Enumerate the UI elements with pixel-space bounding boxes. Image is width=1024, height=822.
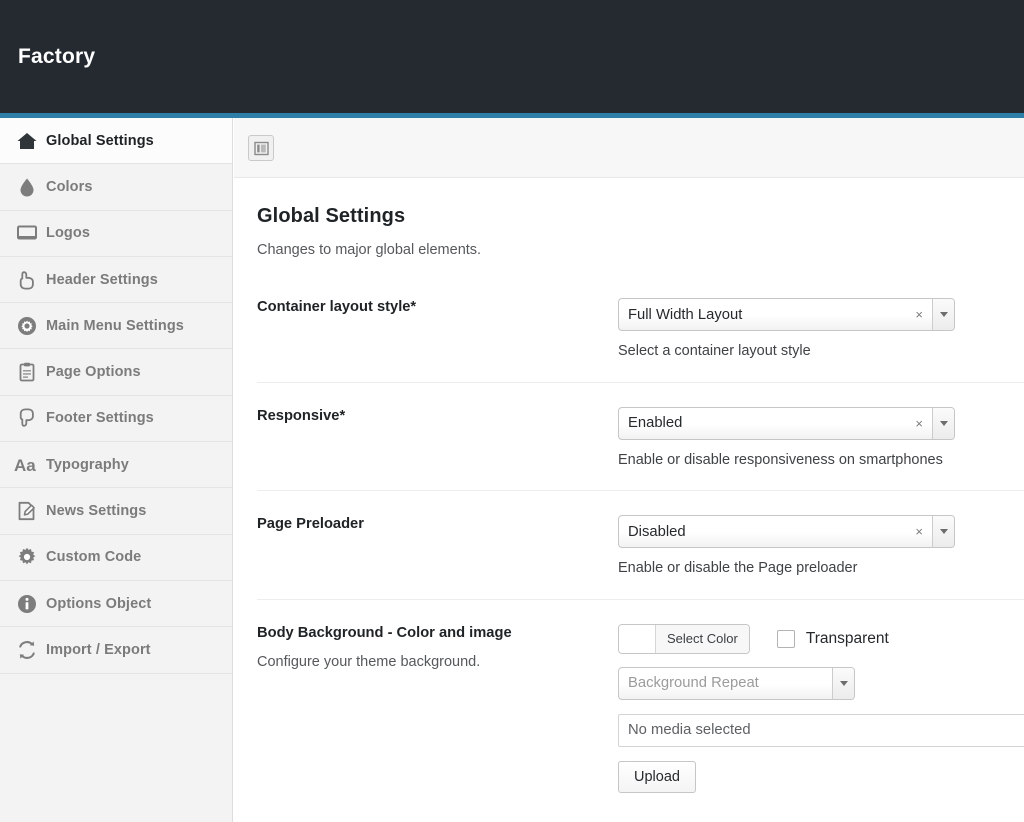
sidebar-item-label: Main Menu Settings — [46, 317, 184, 334]
background-repeat-value: Background Repeat — [628, 675, 759, 692]
sidebar-item-header-settings[interactable]: Header Settings — [0, 256, 232, 304]
field-description: Enable or disable the Page preloader — [618, 560, 858, 577]
chevron-down-icon[interactable] — [832, 667, 854, 699]
select-value: Full Width Layout — [628, 306, 743, 323]
select-control[interactable]: Full Width Layout × — [618, 298, 955, 331]
gear-icon — [14, 544, 40, 570]
chevron-down-icon[interactable] — [932, 516, 954, 548]
sidebar-item-label: News Settings — [46, 503, 147, 520]
form-row-body-background: Body Background - Color and image Config… — [257, 598, 1024, 813]
sync-arrows-icon — [14, 637, 40, 663]
background-repeat-select[interactable]: Background Repeat — [618, 666, 855, 700]
field-description: Enable or disable responsiveness on smar… — [618, 451, 943, 468]
clear-icon[interactable]: × — [911, 525, 932, 538]
sidebar-item-label: Page Options — [46, 364, 141, 381]
sidebar-item-label: Custom Code — [46, 549, 142, 566]
app-title: Factory — [18, 45, 96, 68]
select-control[interactable]: Enabled × — [618, 406, 955, 440]
sidebar-item-label: Options Object — [46, 595, 152, 612]
sidebar-item-label: Import / Export — [46, 641, 151, 658]
field-control-column: Enabled × Enable or disable responsiveness… — [618, 406, 1024, 471]
pointing-hand-up-icon — [14, 267, 40, 293]
media-input[interactable]: No media selected — [618, 713, 1024, 747]
media-input-value: No media selected — [628, 722, 751, 739]
pencil-page-icon — [14, 498, 40, 524]
info-circle-icon — [14, 591, 40, 617]
field-label: Body Background - Color and image — [257, 624, 512, 641]
sidebar-item-label: Footer Settings — [46, 410, 154, 427]
content-toolbar — [234, 118, 1024, 178]
sidebar-empty-space — [0, 673, 232, 822]
background-repeat-wrapper: Background Repeat — [618, 666, 1024, 700]
form-row: Container layout style* Full Width Layout… — [257, 258, 1024, 382]
sidebar: Global Settings Colors Logos Header Setting… — [0, 118, 233, 822]
home-icon — [14, 128, 40, 154]
select-control[interactable]: Disabled × — [618, 515, 955, 549]
select-value: Enabled — [628, 415, 683, 432]
field-control-column: Full Width Layout × Select a container lay… — [618, 298, 1024, 362]
field-sublabel: Configure your theme background. — [257, 653, 481, 670]
field-label: Container layout style* — [257, 299, 417, 315]
form-row: Responsive* Enabled × Enable or disable res… — [257, 381, 1024, 491]
sidebar-item-label: Global Settings — [46, 132, 154, 149]
field-label-column: Container layout style* — [257, 298, 618, 362]
sidebar-item-logos[interactable]: Logos — [0, 210, 232, 257]
field-control-column: Disabled × Enable or disable the Page prel… — [618, 515, 1024, 579]
sidebar-item-label: Typography — [46, 456, 129, 473]
sidebar-item-label: Header Settings — [46, 271, 158, 288]
page-title: Global Settings — [257, 205, 406, 227]
field-label-column: Responsive* — [257, 407, 618, 471]
sidebar-item-page-options[interactable]: Page Options — [0, 349, 232, 396]
monitor-icon — [14, 220, 40, 246]
app-window: Factory Global Settings Colors Logos Header… — [0, 0, 1024, 822]
field-label: Responsive* — [257, 407, 346, 424]
content-panel: Global Settings Changes to major global … — [234, 118, 1024, 822]
select-color-label: Select Color — [656, 624, 749, 653]
field-control-column: Select Color Transparent Background Repe… — [618, 623, 1024, 793]
transparent-checkbox-wrapper[interactable]: Transparent — [776, 629, 889, 648]
sidebar-item-global-settings[interactable]: Global Settings — [0, 118, 232, 165]
color-swatch[interactable] — [619, 624, 656, 653]
pointing-hand-down-icon — [14, 405, 40, 431]
app-header: Factory — [0, 0, 1024, 113]
droplet-icon — [14, 174, 40, 200]
sidebar-item-options-object[interactable]: Options Object — [0, 580, 232, 628]
expand-collapse-button[interactable] — [248, 135, 274, 161]
sidebar-item-label: Colors — [46, 178, 93, 195]
chevron-down-icon[interactable] — [932, 299, 954, 330]
select-color-button[interactable]: Select Color — [618, 623, 750, 654]
settings-form: Global Settings Changes to major global … — [234, 178, 1024, 821]
clear-icon[interactable]: × — [911, 308, 932, 321]
sidebar-item-typography[interactable]: Aa Typography — [0, 442, 232, 489]
sidebar-item-label: Logos — [46, 225, 90, 242]
field-label: Page Preloader — [257, 516, 364, 533]
color-controls: Select Color Transparent — [618, 623, 1024, 654]
sidebar-item-news-settings[interactable]: News Settings — [0, 488, 232, 535]
form-row: Page Preloader Disabled × Enable or disable… — [257, 490, 1024, 599]
chevron-down-icon[interactable] — [932, 407, 954, 439]
sidebar-item-main-menu-settings[interactable]: Main Menu Settings — [0, 303, 232, 350]
layout-sidebar-icon — [253, 141, 269, 156]
field-description: Select a container layout style — [618, 343, 811, 359]
upload-button[interactable]: Upload — [618, 760, 696, 793]
sidebar-item-custom-code[interactable]: Custom Code — [0, 534, 232, 581]
text-aa-icon: Aa — [14, 452, 40, 478]
gear-circle-icon — [14, 313, 40, 339]
sidebar-item-import-export[interactable]: Import / Export — [0, 627, 232, 674]
page-subtitle: Changes to major global elements. — [257, 242, 482, 258]
svg-text:Aa: Aa — [14, 456, 36, 475]
sidebar-item-colors[interactable]: Colors — [0, 164, 232, 211]
sidebar-item-footer-settings[interactable]: Footer Settings — [0, 395, 232, 443]
field-label-column: Body Background - Color and image Config… — [257, 624, 618, 793]
transparent-checkbox[interactable] — [776, 629, 795, 648]
select-value: Disabled — [628, 523, 686, 540]
transparent-label: Transparent — [805, 629, 889, 647]
clipboard-icon — [14, 359, 40, 385]
field-label-column: Page Preloader — [257, 515, 618, 579]
clear-icon[interactable]: × — [911, 417, 932, 430]
